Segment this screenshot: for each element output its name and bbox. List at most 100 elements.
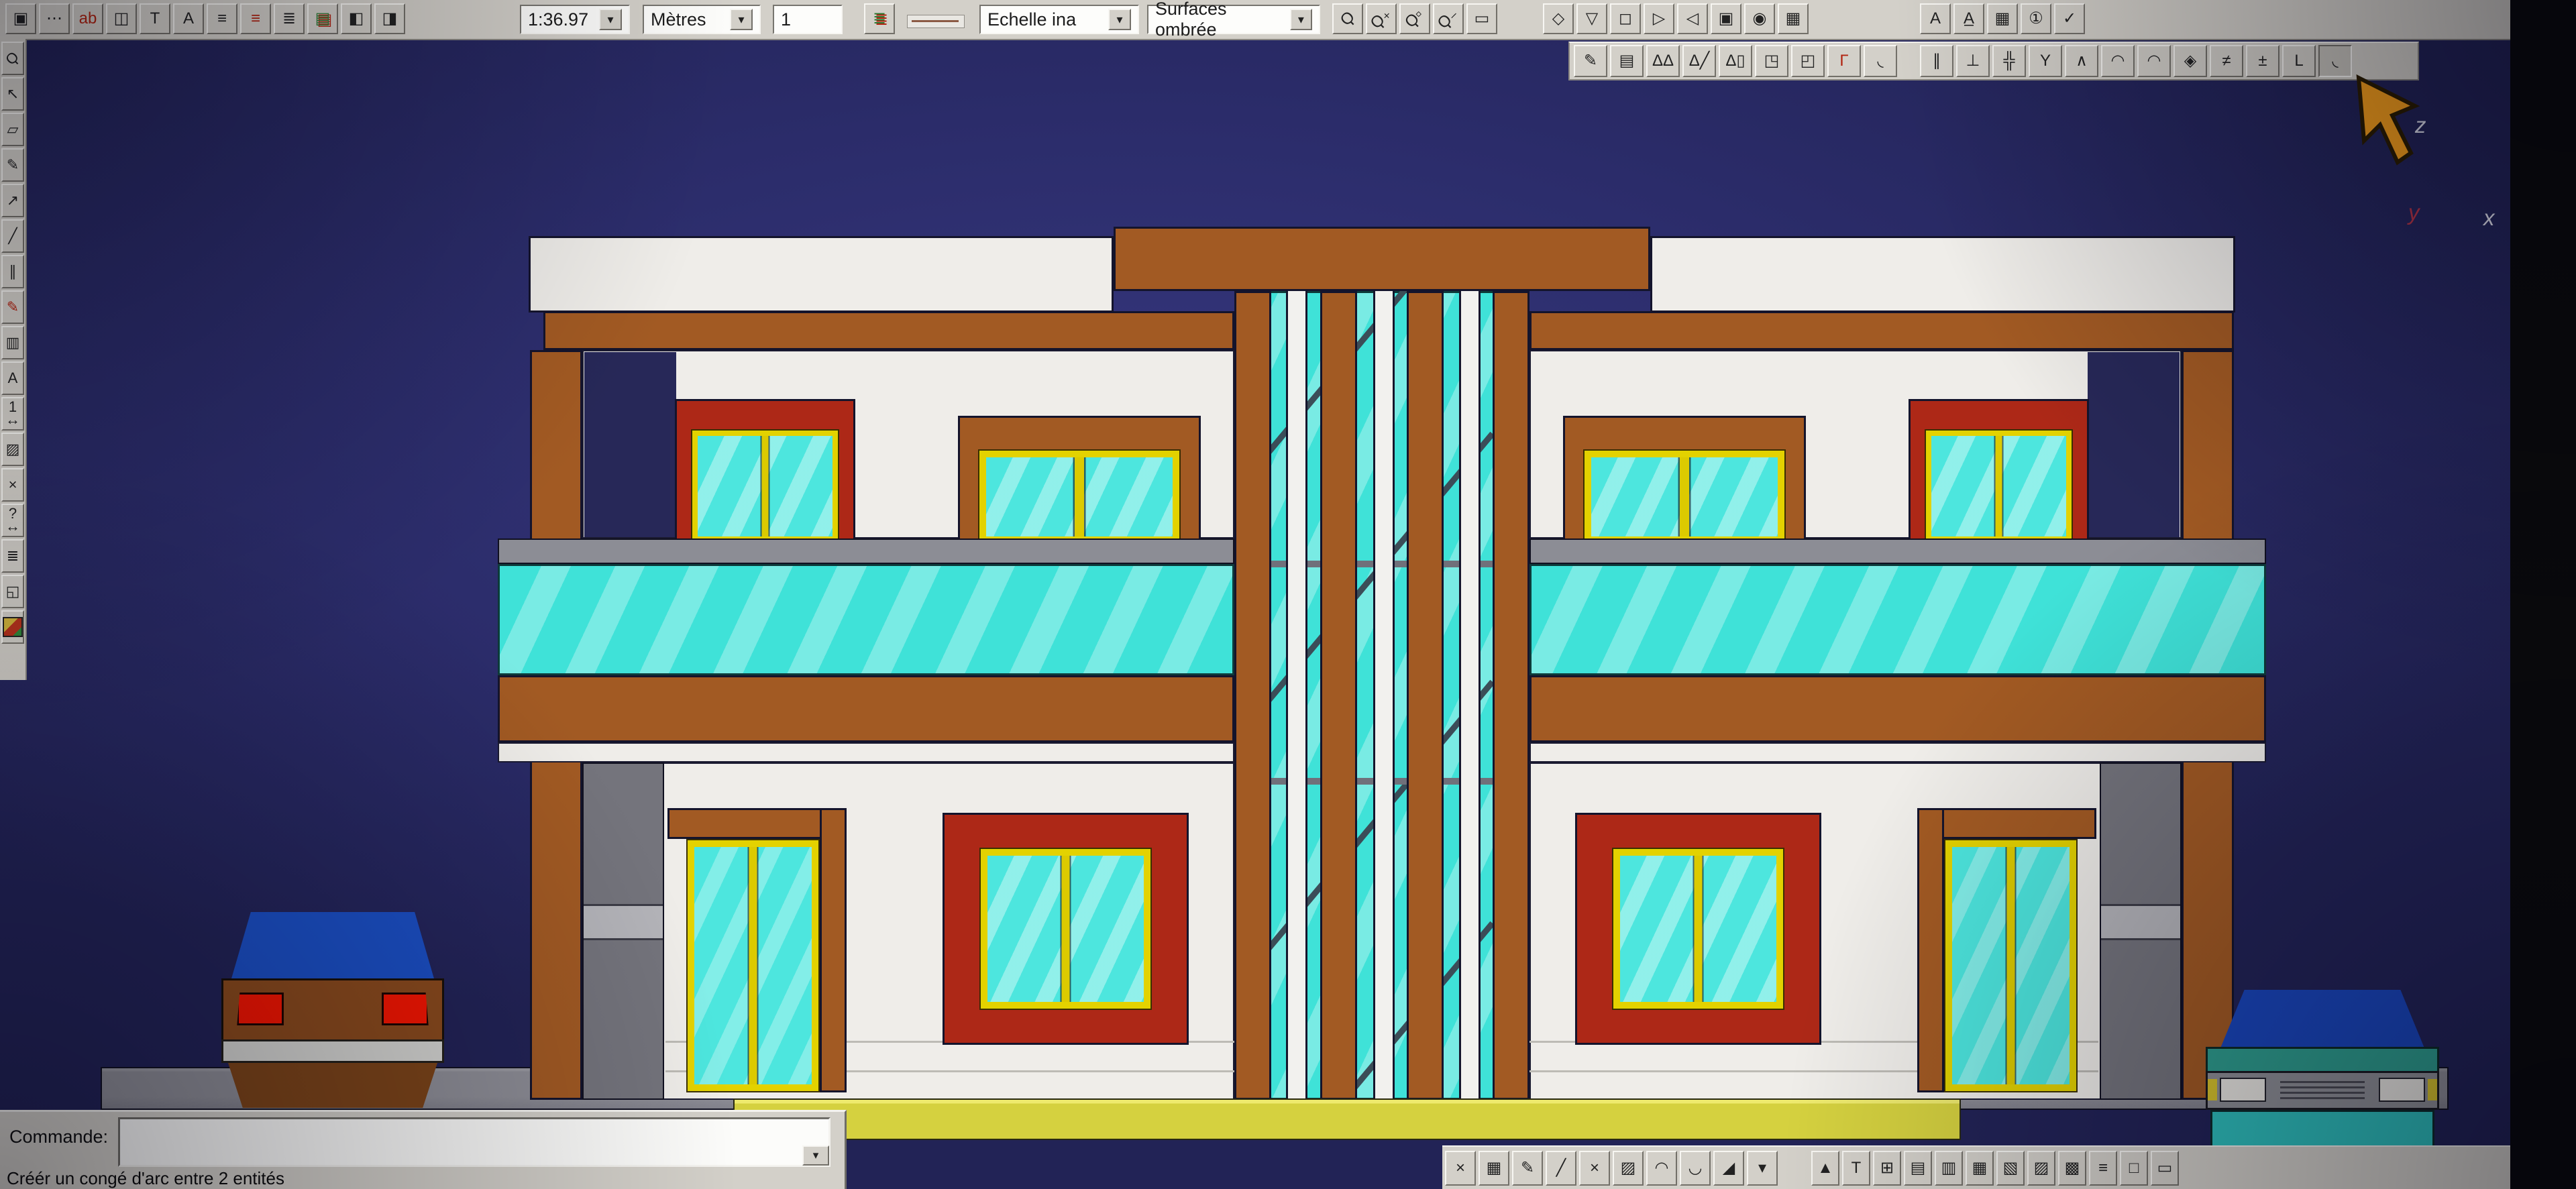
- rows-icon[interactable]: ▤: [1904, 1151, 1932, 1186]
- chevron-down-icon[interactable]: ▾: [599, 9, 622, 30]
- selection-boxes-icon[interactable]: ◱: [1, 575, 24, 608]
- tool-icon-2[interactable]: ▽: [1576, 3, 1607, 34]
- text-tool-icon[interactable]: A: [1, 361, 24, 395]
- tool-icon-1[interactable]: ◇: [1543, 3, 1574, 34]
- text-table-icon[interactable]: A̲: [1953, 3, 1984, 34]
- corner-red-icon[interactable]: Γ: [1827, 45, 1861, 77]
- drawing-viewport[interactable]: z y x: [0, 0, 2576, 1189]
- sketch-pencil-icon[interactable]: ✎: [1574, 45, 1607, 77]
- dimension-icon[interactable]: 1 ↔: [1, 397, 24, 431]
- sheet-icon[interactable]: ▣: [5, 3, 36, 34]
- level-icon[interactable]: ±: [2246, 45, 2279, 77]
- align-lines-icon[interactable]: ≡: [207, 3, 237, 34]
- layer-stack-button[interactable]: ≣: [864, 3, 895, 34]
- zoom-extents-icon[interactable]: ▭: [1466, 3, 1497, 34]
- slope-icon[interactable]: ◢: [1713, 1151, 1744, 1186]
- ab-text-icon[interactable]: ab: [72, 3, 103, 34]
- corner-l-icon[interactable]: L: [2282, 45, 2316, 77]
- line2-icon[interactable]: ╱: [1546, 1151, 1576, 1186]
- erase-icon[interactable]: ×: [1, 468, 24, 502]
- block-pair-icon[interactable]: ◳: [1755, 45, 1788, 77]
- wedge-icon[interactable]: ▾: [1747, 1151, 1778, 1186]
- tool-icon-7[interactable]: ◉: [1744, 3, 1775, 34]
- diamond-junction-icon[interactable]: ◈: [2174, 45, 2207, 77]
- chevron-junction-icon[interactable]: ∧: [2065, 45, 2098, 77]
- pencil2-icon[interactable]: ✎: [1512, 1151, 1543, 1186]
- tool-icon-4[interactable]: ▷: [1644, 3, 1674, 34]
- table-icon[interactable]: ▦: [1987, 3, 2018, 34]
- chevron-down-icon[interactable]: ▾: [730, 9, 753, 30]
- cross-icon[interactable]: ×: [1579, 1151, 1610, 1186]
- echelle-combo[interactable]: Echelle ina ▾: [979, 5, 1139, 34]
- arc-junction-icon[interactable]: ◠: [2101, 45, 2135, 77]
- t-icon[interactable]: T: [1842, 1151, 1870, 1186]
- arc-down-icon[interactable]: ◡: [1680, 1151, 1711, 1186]
- block-pair2-icon[interactable]: ◰: [1791, 45, 1825, 77]
- y-junction-icon[interactable]: Y: [2029, 45, 2062, 77]
- command-input[interactable]: [118, 1117, 830, 1167]
- dots-icon[interactable]: ⋯: [39, 3, 70, 34]
- arc-up-icon[interactable]: ◠: [1646, 1151, 1677, 1186]
- linetype-preview[interactable]: [907, 15, 965, 28]
- cross-junction-icon[interactable]: ╬: [1992, 45, 2026, 77]
- diag2-icon[interactable]: ▨: [2027, 1151, 2055, 1186]
- delete-icon[interactable]: ×: [1445, 1151, 1476, 1186]
- measure-help-icon[interactable]: ? ↔: [1, 504, 24, 537]
- tool-icon-8[interactable]: ▦: [1778, 3, 1809, 34]
- render-cube-icon[interactable]: [1, 610, 24, 644]
- tee-junction-icon[interactable]: ⊥: [1956, 45, 1990, 77]
- hatch-right-icon[interactable]: ◨: [374, 3, 405, 34]
- parallel-lines-icon[interactable]: ∥: [1, 255, 24, 288]
- numbered-bubble-icon[interactable]: ①: [2021, 3, 2051, 34]
- line-icon[interactable]: ╱: [1, 219, 24, 253]
- surface-icon[interactable]: ▱: [1, 113, 24, 146]
- number-input[interactable]: 1: [773, 5, 843, 34]
- layers-stack-icon[interactable]: ≣: [274, 3, 305, 34]
- text-style-icon[interactable]: A: [173, 3, 204, 34]
- diag1-icon[interactable]: ▧: [1996, 1151, 2025, 1186]
- zoom-shape-icon[interactable]: Ϙ: [1, 42, 24, 75]
- lines-icon[interactable]: ≡: [2089, 1151, 2117, 1186]
- layers-icon[interactable]: ≣: [1, 539, 24, 573]
- pencil-icon[interactable]: ✎: [1, 148, 24, 182]
- plus-box-icon[interactable]: ⊞: [1873, 1151, 1901, 1186]
- tool-icon-6[interactable]: ▣: [1711, 3, 1741, 34]
- chevron-down-icon[interactable]: ▾: [1108, 9, 1131, 30]
- arrow-line-icon[interactable]: ↗: [1, 184, 24, 217]
- select-arrow-icon[interactable]: ↖: [1, 77, 24, 111]
- plan-box-icon[interactable]: ▤: [1610, 45, 1644, 77]
- units-combo[interactable]: Mètres ▾: [643, 5, 761, 34]
- fillet-arc-icon[interactable]: ◟: [2318, 45, 2352, 77]
- triangle-slope-icon[interactable]: Δ╱: [1682, 45, 1716, 77]
- text-a-icon[interactable]: A: [1920, 3, 1951, 34]
- cols-icon[interactable]: ▥: [1935, 1151, 1963, 1186]
- color-table-icon[interactable]: ▤: [307, 3, 338, 34]
- table2-icon[interactable]: ▦: [1966, 1151, 1994, 1186]
- palette-icon[interactable]: ◫: [106, 3, 137, 34]
- shade-mode-combo[interactable]: Surfaces ombrée ▾: [1147, 5, 1320, 34]
- hatch-left-icon[interactable]: ◧: [341, 3, 372, 34]
- chevron-down-icon[interactable]: ▾: [1290, 9, 1312, 30]
- tri-up-icon[interactable]: ▲: [1811, 1151, 1839, 1186]
- hatch-icon[interactable]: ▨: [1, 433, 24, 466]
- align-red-icon[interactable]: ≡: [240, 3, 271, 34]
- wide-box-icon[interactable]: ▭: [2151, 1151, 2179, 1186]
- command-history-dropdown[interactable]: ▾: [802, 1145, 829, 1166]
- grid-object-icon[interactable]: ▥: [1, 326, 24, 359]
- text-cursor-icon[interactable]: T: [140, 3, 170, 34]
- grid-icon[interactable]: ▦: [1479, 1151, 1509, 1186]
- scale-combo[interactable]: 1:36.97 ▾: [520, 5, 630, 34]
- zoom-dynamic-icon[interactable]: Ϙ▫: [1399, 3, 1430, 34]
- triangle-pair-icon[interactable]: Δ▯: [1719, 45, 1752, 77]
- tool-icon-3[interactable]: ◻: [1610, 3, 1641, 34]
- zoom-out-icon[interactable]: Ϙ₋: [1433, 3, 1464, 34]
- offset-icon[interactable]: ≠: [2210, 45, 2243, 77]
- dense-icon[interactable]: ▩: [2058, 1151, 2086, 1186]
- fillet-curve-icon[interactable]: ◟: [1864, 45, 1897, 77]
- parallel-road-icon[interactable]: ∥: [1920, 45, 1953, 77]
- zoom-window-icon[interactable]: Ϙ: [1332, 3, 1363, 34]
- marker-icon[interactable]: ✎: [1, 290, 24, 324]
- check-icon[interactable]: ✓: [2054, 3, 2085, 34]
- zoom-in-icon[interactable]: Ϙ₊: [1366, 3, 1397, 34]
- box-icon[interactable]: □: [2120, 1151, 2148, 1186]
